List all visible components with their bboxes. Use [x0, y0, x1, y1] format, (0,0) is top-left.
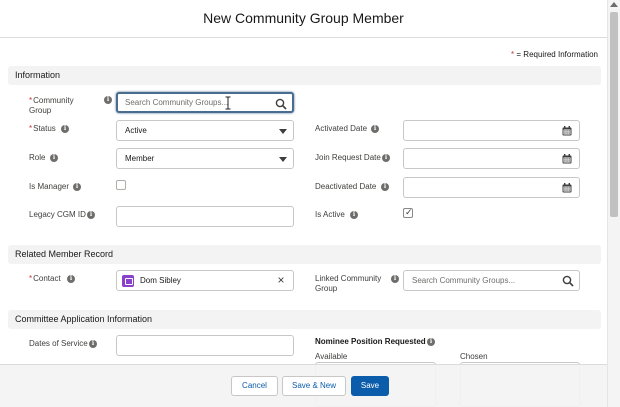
- status-label: *Status: [29, 124, 56, 134]
- is-manager-checkbox[interactable]: [116, 180, 126, 190]
- calendar-icon[interactable]: [562, 183, 572, 193]
- join-request-date-label: Join Request Date: [315, 153, 381, 162]
- legacy-cgm-id-input[interactable]: [116, 206, 294, 227]
- status-select[interactable]: Active: [116, 120, 294, 141]
- linked-community-group-label-line2: Group: [315, 284, 338, 293]
- contact-value: Dom Sibley: [140, 276, 181, 285]
- required-information-note: * = Required Information: [511, 50, 598, 59]
- save-and-new-button[interactable]: Save & New: [282, 376, 346, 396]
- is-active-label: Is Active: [315, 210, 345, 219]
- status-label-text: Status: [33, 124, 56, 133]
- section-information[interactable]: Information: [8, 66, 601, 85]
- required-note-text: = Required Information: [516, 50, 598, 59]
- community-group-label: *Community Group: [29, 96, 99, 116]
- role-label: Role: [29, 153, 46, 162]
- chosen-list-label: Chosen: [460, 352, 488, 361]
- legacy-cgm-id-info-icon[interactable]: i: [87, 211, 95, 219]
- linked-community-group-info-icon[interactable]: i: [391, 275, 399, 283]
- dates-of-service-info-icon[interactable]: i: [89, 340, 97, 348]
- calendar-icon[interactable]: [562, 154, 572, 164]
- search-icon: [562, 275, 574, 287]
- status-info-icon[interactable]: i: [61, 125, 69, 133]
- modal-header: New Community Group Member: [0, 0, 607, 38]
- available-list-label: Available: [315, 352, 348, 361]
- community-group-label-line2: Group: [29, 106, 52, 115]
- modal-scrollbar[interactable]: [607, 0, 620, 407]
- linked-community-group-label: Linked Community Group: [315, 274, 381, 294]
- deactivated-date-info-icon[interactable]: i: [381, 183, 389, 191]
- role-value: Member: [125, 154, 155, 163]
- dates-of-service-input[interactable]: [116, 335, 294, 356]
- community-group-placeholder: Search Community Groups...: [125, 98, 229, 107]
- close-icon[interactable]: ×: [275, 274, 287, 287]
- join-request-date-input[interactable]: [403, 148, 580, 169]
- section-information-title: Information: [15, 70, 61, 80]
- activated-date-input[interactable]: [403, 120, 580, 141]
- status-value: Active: [125, 126, 147, 135]
- section-related-title: Related Member Record: [15, 249, 114, 259]
- scroll-thumb[interactable]: [610, 12, 618, 217]
- activated-date-info-icon[interactable]: i: [371, 125, 379, 133]
- contact-info-icon[interactable]: i: [67, 275, 75, 283]
- is-manager-info-icon[interactable]: i: [73, 183, 81, 191]
- status-required-star: *: [29, 124, 33, 133]
- linked-community-group-label-line1: Linked Community: [315, 274, 382, 283]
- community-group-info-icon[interactable]: i: [104, 96, 112, 104]
- dates-of-service-label: Dates of Service: [29, 339, 88, 348]
- role-info-icon[interactable]: i: [50, 154, 58, 162]
- nominee-position-info-icon[interactable]: i: [427, 338, 435, 346]
- community-group-required-star: *: [29, 96, 33, 105]
- section-committee-application-information[interactable]: Committee Application Information: [8, 310, 601, 329]
- required-note-star: *: [511, 50, 515, 59]
- search-icon: [275, 98, 287, 110]
- deactivated-date-input[interactable]: [403, 177, 580, 198]
- deactivated-date-label: Deactivated Date: [315, 182, 377, 191]
- linked-community-group-search-input[interactable]: Search Community Groups...: [403, 270, 580, 291]
- is-manager-label: Is Manager: [29, 182, 70, 191]
- text-cursor-icon: [225, 96, 231, 110]
- is-active-checkbox[interactable]: ✓: [403, 207, 413, 218]
- contact-label: *Contact: [29, 274, 61, 284]
- section-committee-title: Committee Application Information: [15, 314, 153, 324]
- modal-title: New Community Group Member: [203, 10, 404, 26]
- community-group-search-input[interactable]: Search Community Groups...: [116, 92, 294, 113]
- chevron-down-icon: [279, 129, 287, 134]
- nominee-position-label: Nominee Position Requested: [315, 337, 426, 346]
- contact-label-text: Contact: [33, 274, 61, 283]
- legacy-cgm-id-label: Legacy CGM ID: [29, 210, 86, 219]
- contact-required-star: *: [29, 274, 33, 283]
- linked-community-group-placeholder: Search Community Groups...: [412, 276, 516, 285]
- contact-lookup[interactable]: Dom Sibley ×: [116, 270, 294, 291]
- section-related-member-record[interactable]: Related Member Record: [8, 245, 601, 264]
- modal-footer: Cancel Save & New Save: [0, 364, 607, 407]
- activated-date-label: Activated Date: [315, 124, 368, 133]
- chevron-down-icon: [279, 157, 287, 162]
- contact-record-icon: [122, 275, 134, 287]
- save-button[interactable]: Save: [351, 376, 389, 396]
- checkmark-icon: ✓: [405, 207, 413, 217]
- cancel-button[interactable]: Cancel: [231, 376, 278, 396]
- scroll-up-arrow-icon[interactable]: [610, 2, 618, 7]
- role-select[interactable]: Member: [116, 148, 294, 169]
- calendar-icon[interactable]: [562, 126, 572, 136]
- new-community-group-member-modal: New Community Group Member * = Required …: [0, 0, 620, 407]
- community-group-label-line1: Community: [33, 96, 74, 105]
- is-active-info-icon[interactable]: i: [350, 211, 358, 219]
- join-request-date-info-icon[interactable]: i: [382, 154, 390, 162]
